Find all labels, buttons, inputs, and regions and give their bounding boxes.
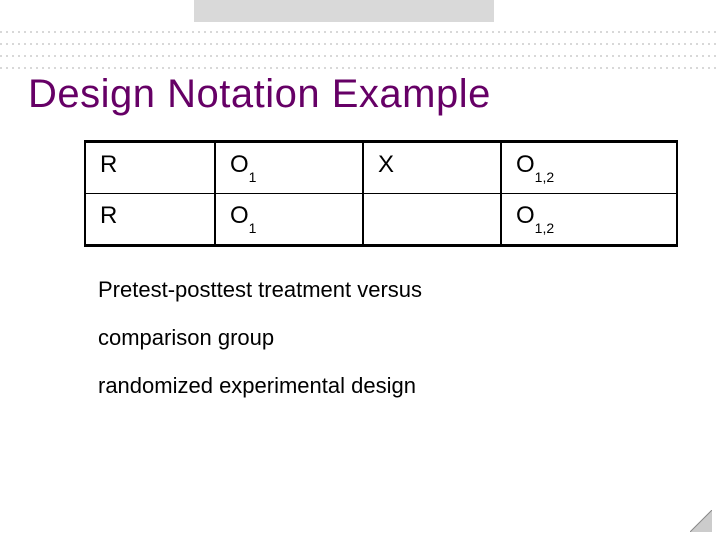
cell-r2-c3 — [363, 194, 501, 245]
slide-title: Design Notation Example — [28, 72, 491, 117]
caption-line-3: randomized experimental design — [98, 374, 416, 398]
top-bar-decoration — [0, 0, 720, 70]
cell-r2-c1: R — [85, 194, 215, 245]
slide: Design Notation Example R O1 X O1,2 R O1… — [0, 0, 720, 540]
cell-r1-c4: O1,2 — [501, 143, 677, 194]
cell-r1-c3: X — [363, 143, 501, 194]
caption-line-2: comparison group — [98, 326, 274, 350]
cell-r2-c4: O1,2 — [501, 194, 677, 245]
table-row: R O1 O1,2 — [85, 194, 677, 245]
caption-line-1: Pretest-posttest treatment versus — [98, 278, 422, 302]
cell-r1-c2: O1 — [215, 143, 363, 194]
table-row: R O1 X O1,2 — [85, 143, 677, 194]
cell-r2-c2: O1 — [215, 194, 363, 245]
cell-r1-c1: R — [85, 143, 215, 194]
page-corner-icon — [690, 510, 712, 532]
design-notation-table: R O1 X O1,2 R O1 O1,2 — [84, 140, 678, 247]
